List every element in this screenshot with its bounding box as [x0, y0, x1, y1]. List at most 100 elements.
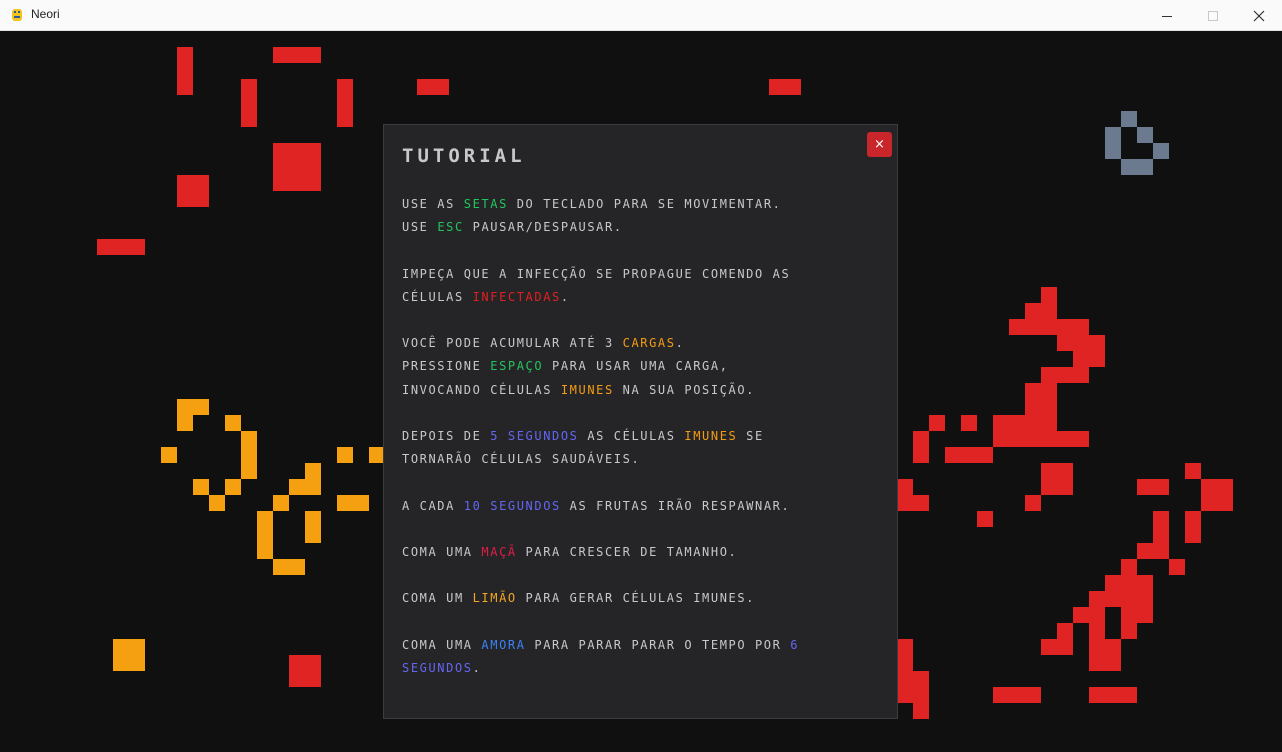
infected-cell [177, 175, 209, 207]
keyword-amora: AMORA [481, 637, 526, 652]
keyword-setas: SETAS [463, 197, 508, 211]
infected-cell [1041, 367, 1089, 383]
immune-cell [209, 495, 225, 511]
keyword-cargas: CARGAS [622, 336, 676, 351]
tutorial-paragraph-immune-timer: DEPOIS DE 5 SEGUNDOS AS CÉLULAS IMUNES S… [402, 425, 882, 471]
infected-cell [1057, 623, 1073, 639]
tutorial-body: USE AS SETAS DO TECLADO PARA SE MOVIMENT… [402, 193, 882, 703]
tutorial-line: DEPOIS DE 5 SEGUNDOS AS CÉLULAS IMUNES S… [402, 428, 764, 443]
tutorial-paragraph-infection: IMPEÇA QUE A INFECÇÃO SE PROPAGUE COMEND… [402, 263, 882, 309]
infected-cell [897, 639, 913, 671]
infected-cell [1137, 543, 1169, 559]
infected-cell [1185, 463, 1201, 479]
keyword-segundos: SEGUNDOS [402, 660, 473, 675]
infected-cell [417, 79, 449, 95]
tutorial-line: IMPEÇA QUE A INFECÇÃO SE PROPAGUE COMEND… [402, 266, 791, 281]
infected-cell [993, 415, 1009, 447]
tutorial-line: COMA UMA AMORA PARA PARAR PARAR O TEMPO … [402, 637, 800, 652]
healthy-cell [1121, 111, 1137, 127]
immune-cell [337, 495, 369, 511]
keyword-maca: MAÇÃ [481, 544, 517, 559]
infected-cell [97, 239, 145, 255]
infected-cell [337, 79, 353, 127]
immune-cell [177, 415, 193, 431]
immune-cell [273, 559, 305, 575]
immune-cell [273, 495, 289, 511]
minimize-button[interactable] [1144, 0, 1190, 31]
infected-cell [961, 415, 977, 431]
maximize-icon [1208, 10, 1218, 21]
tutorial-line: A CADA 10 SEGUNDOS AS FRUTAS IRÃO RESPAW… [402, 498, 791, 513]
healthy-cell [1137, 127, 1153, 143]
immune-cell [257, 511, 273, 559]
keyword-5-segundos: 5 SEGUNDOS [490, 428, 579, 443]
minimize-icon [1162, 15, 1172, 17]
tutorial-dialog: TUTORIAL × USE AS SETAS DO TECLADO PARA … [383, 124, 898, 719]
keyword-espaco: ESPAÇO [490, 359, 544, 374]
infected-cell [1169, 559, 1185, 575]
tutorial-paragraph-respawn: A CADA 10 SEGUNDOS AS FRUTAS IRÃO RESPAW… [402, 495, 882, 518]
infected-cell [1089, 335, 1105, 367]
keyword-limao: LIMÃO [472, 591, 517, 606]
keyword-10-segundos: 10 SEGUNDOS [463, 498, 561, 513]
infected-cell [769, 79, 801, 95]
app-window: Neori TUTORIAL × USE AS SETAS DO TECLADO… [0, 0, 1282, 752]
keyword-6: 6 [790, 637, 800, 652]
immune-cell [225, 415, 241, 431]
infected-cell [1057, 431, 1089, 447]
tutorial-paragraph-blackberry: COMA UMA AMORA PARA PARAR PARAR O TEMPO … [402, 634, 882, 680]
infected-cell [1009, 319, 1089, 335]
infected-cell [1009, 415, 1057, 447]
infected-cell [1185, 511, 1201, 543]
maximize-button[interactable] [1190, 0, 1236, 31]
tutorial-line: VOCÊ PODE ACUMULAR ATÉ 3 CARGAS. [402, 336, 685, 351]
infected-cell [1089, 639, 1121, 671]
infected-cell [1121, 607, 1153, 623]
tutorial-line: USE ESC PAUSAR/DESPAUSAR. [402, 220, 623, 235]
immune-cell [241, 431, 257, 479]
immune-cell [305, 511, 321, 543]
immune-cell [337, 447, 353, 463]
infected-cell [897, 479, 913, 495]
infected-cell [1025, 495, 1041, 511]
tutorial-paragraph-lemon: COMA UM LIMÃO PARA GERAR CÉLULAS IMUNES. [402, 587, 882, 610]
tutorial-line: CÉLULAS INFECTADAS. [402, 289, 570, 304]
keyword-imunes: IMUNES [560, 382, 614, 397]
immune-cell [289, 479, 305, 495]
infected-cell [1041, 287, 1057, 303]
tutorial-line: SEGUNDOS. [402, 660, 482, 675]
close-window-button[interactable] [1236, 0, 1282, 31]
infected-cell [1105, 575, 1153, 591]
immune-cell [193, 479, 209, 495]
immune-cell [177, 399, 209, 415]
tutorial-title: TUTORIAL [402, 145, 526, 167]
infected-cell [913, 671, 929, 719]
infected-cell [177, 47, 193, 95]
immune-cell [305, 463, 321, 495]
tutorial-paragraph-apple: COMA UMA MAÇÃ PARA CRESCER DE TAMANHO. [402, 541, 882, 564]
infected-cell [1089, 687, 1137, 703]
immune-cell [161, 447, 177, 463]
infected-cell [273, 47, 321, 63]
infected-cell [1089, 591, 1153, 607]
infected-cell [897, 495, 929, 511]
infected-cell [1025, 383, 1057, 415]
keyword-esc: ESC [437, 220, 464, 235]
infected-cell [913, 431, 929, 463]
immune-cell [113, 639, 145, 671]
window-title: Neori [31, 7, 60, 21]
game-canvas[interactable]: TUTORIAL × USE AS SETAS DO TECLADO PARA … [0, 31, 1282, 752]
tutorial-line: COMA UM LIMÃO PARA GERAR CÉLULAS IMUNES. [402, 591, 755, 606]
title-bar[interactable]: Neori [0, 0, 1282, 31]
infected-cell [1041, 463, 1057, 495]
infected-cell [1057, 335, 1073, 351]
tutorial-close-button[interactable]: × [867, 132, 892, 157]
healthy-cell [1153, 143, 1169, 159]
tutorial-line: TORNARÃO CÉLULAS SAUDÁVEIS. [402, 452, 641, 467]
infected-cell [1201, 479, 1233, 511]
tutorial-line: PRESSIONE ESPAÇO PARA USAR UMA CARGA, [402, 359, 729, 374]
infected-cell [993, 687, 1041, 703]
infected-cell [1089, 623, 1105, 639]
infected-cell [977, 511, 993, 527]
immune-cell [225, 479, 241, 495]
